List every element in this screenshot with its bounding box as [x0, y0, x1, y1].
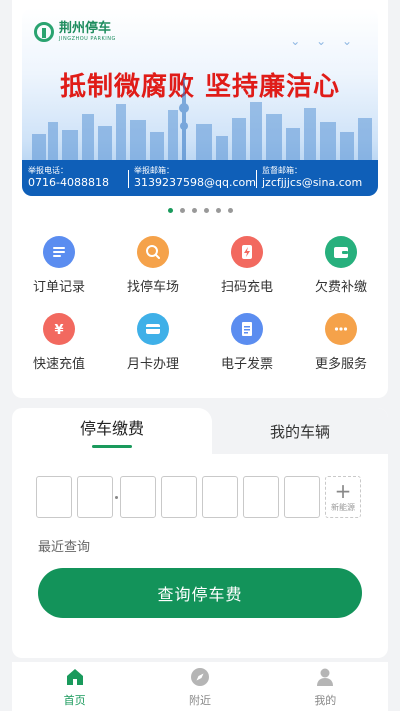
report-email-value: 3139237598@qq.com — [134, 176, 256, 189]
tab-my-vehicles[interactable]: 我的车辆 — [212, 408, 388, 454]
plate-char-box[interactable] — [161, 476, 197, 518]
parking-tabs: 停车缴费 我的车辆 — [12, 408, 388, 454]
more-icon — [325, 313, 357, 345]
service-label: 找停车场 — [126, 280, 179, 295]
home-icon — [66, 668, 83, 685]
top-card: 荆州停车 JINGZHOU PARKING ⌄ ⌄ ⌄ 抵制微腐败 坚持廉洁心 — [12, 0, 388, 398]
wallet-icon — [325, 236, 357, 268]
carousel-dot[interactable] — [203, 208, 209, 213]
tab-parking-payment-label: 停车缴费 — [79, 418, 144, 438]
contact-bar: 举报电话： 0716-4088818 举报邮箱： 3139237598@qq.c… — [22, 160, 378, 196]
service-e-invoice[interactable]: 电子发票 — [200, 313, 294, 372]
parking-payment-card: 停车缴费 我的车辆 + 新能源 最近查询 查询停车费 — [12, 408, 388, 658]
carousel-dot[interactable] — [167, 208, 173, 213]
report-phone-label: 举报电话： — [28, 166, 68, 175]
service-arrears-payment[interactable]: 欠费补缴 — [294, 236, 388, 295]
plate-char-box[interactable] — [120, 476, 156, 518]
user-icon — [317, 668, 334, 686]
parking-logo-icon — [34, 22, 54, 42]
supervise-email-value: jzcfjjjcs@sina.com — [262, 176, 363, 189]
city-skyline-illustration — [32, 78, 372, 164]
service-scan-charge[interactable]: 扫码充电 — [200, 236, 294, 295]
card-icon — [137, 313, 169, 345]
carousel-dot[interactable] — [191, 208, 197, 213]
app-logo: 荆州停车 JINGZHOU PARKING — [34, 22, 116, 42]
plate-char-box[interactable] — [284, 476, 320, 518]
carousel-dot[interactable] — [179, 208, 185, 213]
report-phone-value: 0716-4088818 — [28, 176, 109, 189]
tabbar-label: 我的 — [314, 693, 337, 707]
logo-title: 荆州停车 — [59, 21, 112, 36]
compass-icon — [190, 667, 209, 686]
service-label: 更多服务 — [314, 357, 367, 372]
tabbar-label: 附近 — [188, 693, 211, 707]
plate-char-box[interactable] — [36, 476, 72, 518]
tabbar-item-nearby[interactable]: 附近 — [137, 662, 262, 711]
tabbar-item-home[interactable]: 首页 — [12, 662, 137, 711]
carousel-dot[interactable] — [227, 208, 233, 213]
service-label: 快速充值 — [32, 357, 85, 372]
invoice-icon — [231, 313, 263, 345]
plate-char-box[interactable] — [77, 476, 113, 518]
license-plate-input: + 新能源 — [36, 476, 361, 518]
plate-char-box[interactable] — [202, 476, 238, 518]
tabbar-label: 首页 — [63, 693, 86, 707]
service-quick-recharge[interactable]: ¥ 快速充值 — [12, 313, 106, 372]
tabbar-item-mine[interactable]: 我的 — [263, 662, 388, 711]
supervise-email-label: 监督邮箱： — [262, 166, 302, 175]
tab-parking-payment[interactable]: 停车缴费 — [12, 408, 212, 454]
service-find-parking[interactable]: 找停车场 — [106, 236, 200, 295]
report-phone: 举报电话： 0716-4088818 — [22, 160, 128, 196]
plus-icon: + — [334, 478, 352, 503]
yuan-icon: ¥ — [43, 313, 75, 345]
charge-icon — [231, 236, 263, 268]
service-label: 扫码充电 — [220, 280, 273, 295]
service-monthly-card[interactable]: 月卡办理 — [106, 313, 200, 372]
supervise-email: 监督邮箱： jzcfjjjcs@sina.com — [256, 160, 378, 196]
list-icon — [43, 236, 75, 268]
logo-subtitle: JINGZHOU PARKING — [59, 36, 116, 42]
service-label: 订单记录 — [32, 280, 85, 295]
plate-separator-dot — [113, 496, 120, 499]
service-order-records[interactable]: 订单记录 — [12, 236, 106, 295]
bottom-tab-bar: 首页 附近 我的 — [12, 662, 388, 711]
service-grid: 订单记录 找停车场 扫码充电 欠费补缴 ¥ 快速充值 月卡办理 电子发票 更多服… — [12, 236, 388, 372]
service-label: 月卡办理 — [126, 357, 179, 372]
query-parking-fee-button[interactable]: 查询停车费 — [38, 568, 362, 618]
banner-carousel[interactable]: 荆州停车 JINGZHOU PARKING ⌄ ⌄ ⌄ 抵制微腐败 坚持廉洁心 — [22, 8, 378, 196]
plate-char-box[interactable] — [243, 476, 279, 518]
report-email: 举报邮箱： 3139237598@qq.com — [128, 160, 256, 196]
carousel-indicator — [12, 208, 388, 213]
search-icon — [137, 236, 169, 268]
new-energy-plate-button[interactable]: + 新能源 — [325, 476, 361, 518]
service-label: 电子发票 — [220, 357, 273, 372]
carousel-dot[interactable] — [215, 208, 221, 213]
tab-active-indicator — [92, 444, 132, 448]
recent-queries-label: 最近查询 — [38, 540, 91, 555]
new-energy-label: 新能源 — [331, 502, 355, 512]
svg-text:¥: ¥ — [54, 323, 63, 338]
birds-decoration-icon: ⌄ ⌄ ⌄ — [290, 34, 358, 48]
report-email-label: 举报邮箱： — [134, 166, 174, 175]
service-more[interactable]: 更多服务 — [294, 313, 388, 372]
service-label: 欠费补缴 — [314, 280, 367, 295]
